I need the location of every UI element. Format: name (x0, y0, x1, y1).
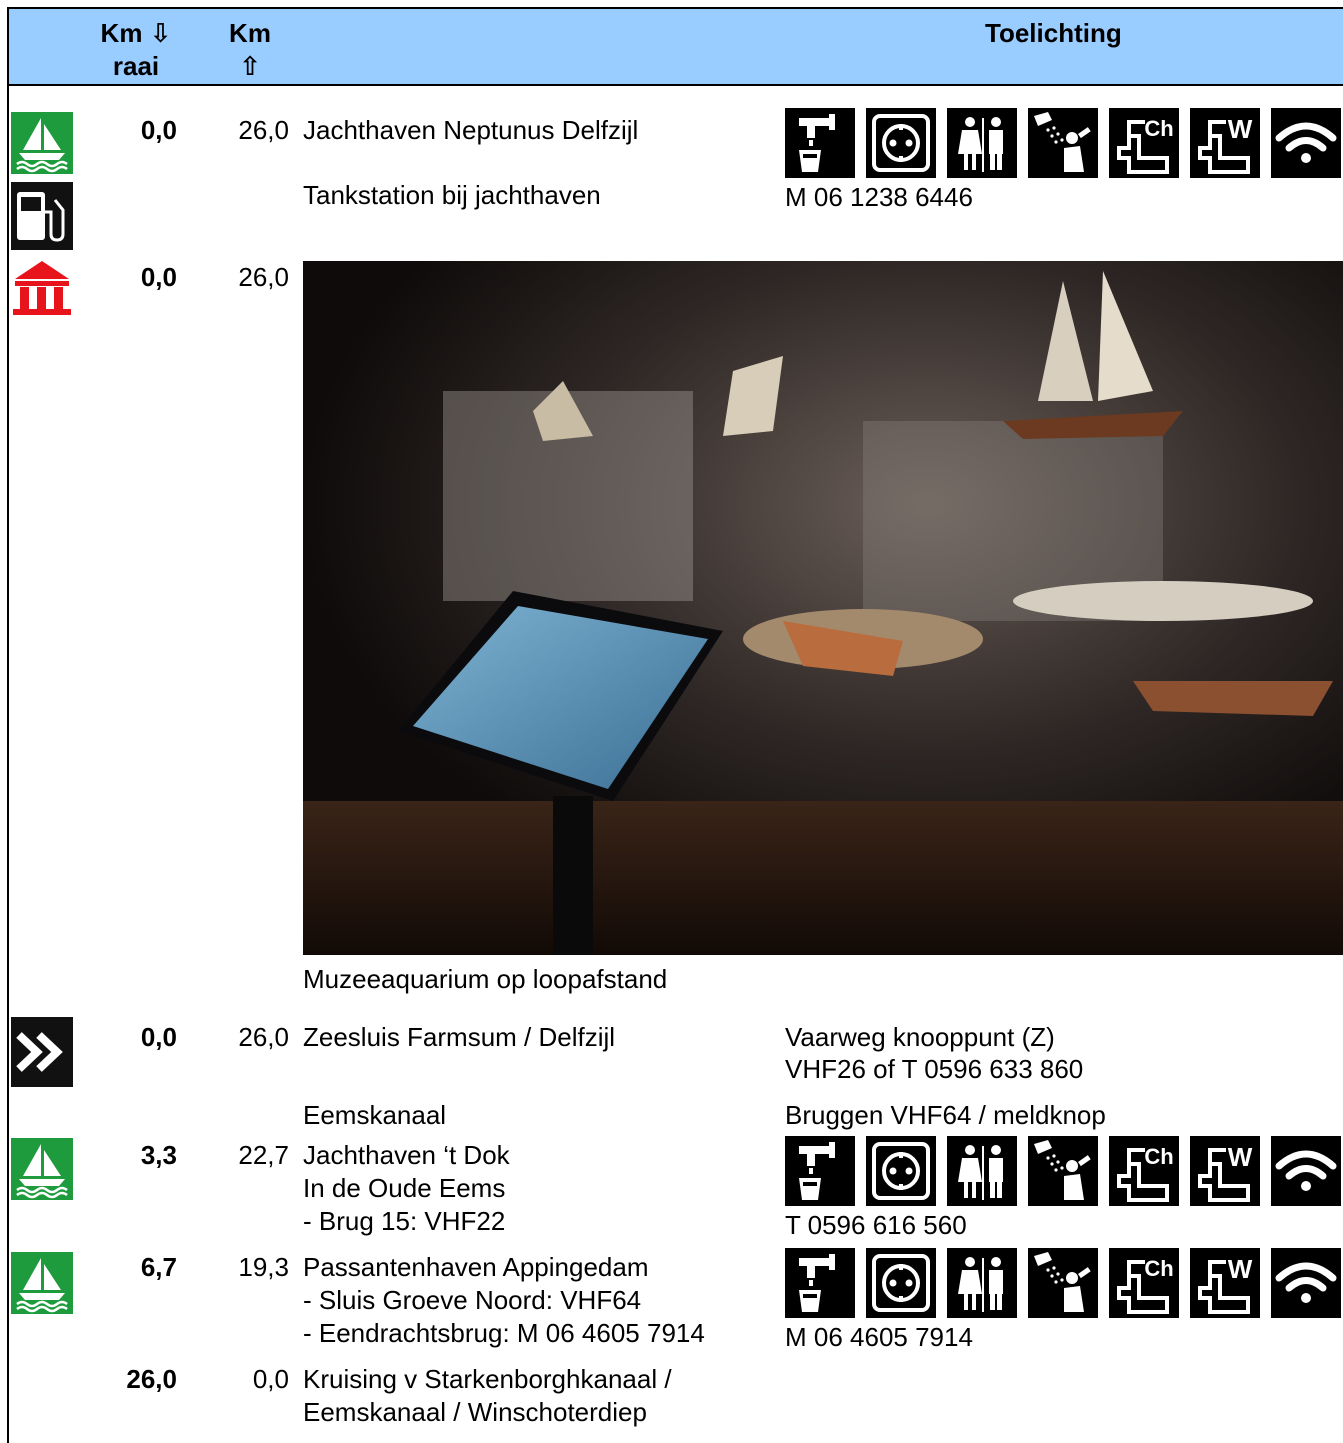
header-km-down-sub: raai (112, 51, 160, 81)
row-km-down: 0,0 (140, 115, 177, 145)
svg-text:W: W (1228, 114, 1253, 144)
double-chevron-icon (11, 1017, 73, 1087)
row-description: Zeesluis Farmsum / Delfzijl (303, 1022, 616, 1052)
wifi-icon (1271, 1136, 1341, 1206)
svg-text:Ch: Ch (1144, 1144, 1173, 1169)
row-km-up: 22,7 (238, 1140, 289, 1170)
row-km-down: 6,7 (140, 1252, 177, 1282)
toilets-icon (947, 1136, 1017, 1206)
chemical-toilet-disposal-icon: Ch (1109, 1136, 1179, 1206)
wifi-icon (1271, 108, 1341, 178)
svg-text:Ch: Ch (1144, 116, 1173, 141)
row-km-up: 26,0 (238, 1022, 289, 1052)
svg-text:W: W (1228, 1142, 1253, 1172)
header-km-up-arrow: ⇧ (239, 51, 261, 81)
row-description: Passantenhaven Appingedam (303, 1252, 649, 1282)
row-km-up: 26,0 (238, 115, 289, 145)
facility-icons: Ch W (785, 1136, 1343, 1206)
wifi-icon (1271, 1248, 1341, 1318)
header-km-up-label: Km (229, 18, 271, 48)
row-km-up: 19,3 (238, 1252, 289, 1282)
museum-icon (11, 259, 73, 317)
row-description: - Eendrachtsbrug: M 06 4605 7914 (303, 1318, 705, 1348)
svg-text:W: W (1228, 1254, 1253, 1284)
water-tap-icon (785, 108, 855, 178)
sailboat-icon (11, 112, 73, 174)
shower-icon (1028, 108, 1098, 178)
photo-caption: Muzeeaquarium op loopafstand (303, 964, 668, 994)
power-outlet-icon (866, 1136, 936, 1206)
row-description: - Brug 15: VHF22 (303, 1206, 506, 1236)
shower-icon (1028, 1248, 1098, 1318)
row-note: VHF26 of T 0596 633 860 (785, 1054, 1084, 1084)
facility-icons: Ch W (785, 1248, 1343, 1318)
row-km-down: 3,3 (140, 1140, 177, 1170)
museum-photo (303, 261, 1343, 955)
row-km-down: 26,0 (126, 1364, 177, 1394)
power-outlet-icon (866, 1248, 936, 1318)
svg-text:Ch: Ch (1144, 1256, 1173, 1281)
row-note: Bruggen VHF64 / meldknop (785, 1100, 1106, 1130)
row-note: T 0596 616 560 (785, 1210, 967, 1240)
row-description: In de Oude Eems (303, 1173, 506, 1203)
row-description: - Sluis Groeve Noord: VHF64 (303, 1285, 642, 1315)
row-note: M 06 1238 6446 (785, 182, 973, 212)
row-km-down: 0,0 (140, 262, 177, 292)
chemical-toilet-disposal-icon: Ch (1109, 1248, 1179, 1318)
chemical-toilet-disposal-icon: Ch (1109, 108, 1179, 178)
row-description: Jachthaven Neptunus Delfzijl (303, 115, 639, 145)
row-description: Eemskanaal / Winschoterdiep (303, 1397, 647, 1427)
waste-water-pumpout-icon: W (1190, 108, 1260, 178)
waste-water-pumpout-icon: W (1190, 1248, 1260, 1318)
header-explanation: Toelichting (985, 18, 1122, 48)
row-note: M 06 4605 7914 (785, 1322, 973, 1352)
row-description: Tankstation bij jachthaven (303, 180, 601, 210)
row-description: Jachthaven ‘t Dok (303, 1140, 510, 1170)
row-km-up: 0,0 (252, 1364, 289, 1394)
table-header: Km ⇩ raai Km ⇧ Toelichting (9, 9, 1343, 86)
power-outlet-icon (866, 108, 936, 178)
fuel-pump-icon (11, 182, 73, 250)
header-km-down-label: Km ⇩ (100, 18, 172, 48)
sailboat-icon (11, 1252, 73, 1314)
toilets-icon (947, 108, 1017, 178)
row-note: Vaarweg knooppunt (Z) (785, 1022, 1055, 1052)
water-tap-icon (785, 1136, 855, 1206)
toilets-icon (947, 1248, 1017, 1318)
row-description: Kruising v Starkenborghkanaal / (303, 1364, 672, 1394)
waste-water-pumpout-icon: W (1190, 1136, 1260, 1206)
route-table: Km ⇩ raai Km ⇧ Toelichting 0,0 26,0 Jach… (7, 7, 1343, 1443)
row-description: Eemskanaal (303, 1100, 447, 1130)
row-km-up: 26,0 (238, 262, 289, 292)
header-km-up: Km ⇧ (225, 17, 275, 83)
facility-icons: Ch W (785, 108, 1343, 178)
sailboat-icon (11, 1138, 73, 1200)
header-km-down: Km ⇩ raai (97, 17, 175, 83)
row-km-down: 0,0 (140, 1022, 177, 1052)
shower-icon (1028, 1136, 1098, 1206)
water-tap-icon (785, 1248, 855, 1318)
